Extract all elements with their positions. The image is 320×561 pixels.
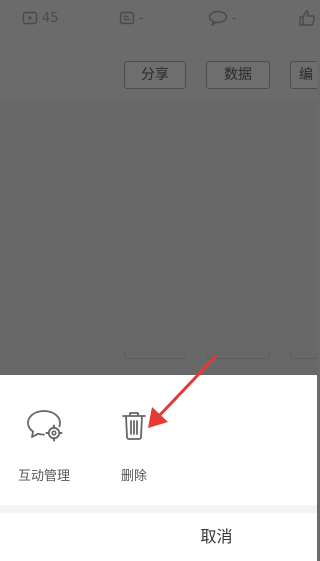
ghost-button-outline — [290, 350, 317, 359]
message-count: - — [232, 10, 237, 26]
stats-row: 45 - - — [0, 0, 317, 36]
like-stat — [298, 8, 316, 28]
share-button[interactable]: 分享 — [124, 61, 186, 89]
dimmed-content-area — [0, 100, 317, 375]
view-count: 45 — [42, 10, 59, 26]
trash-icon — [122, 412, 146, 440]
action-buttons: 分享 数据 编 — [0, 61, 317, 89]
chat-bubble-icon — [208, 10, 228, 26]
interaction-management-option[interactable]: 互动管理 — [9, 405, 79, 485]
page: 45 - - 分享 数据 编 互动管理 删除 取消 — [0, 0, 317, 561]
video-icon — [22, 11, 38, 25]
interaction-management-label: 互动管理 — [17, 469, 70, 484]
message-count-stat: - — [208, 8, 237, 28]
comment-box-icon — [119, 11, 135, 25]
view-count-stat: 45 — [22, 8, 59, 28]
sheet-divider — [0, 505, 317, 513]
data-button[interactable]: 数据 — [206, 61, 270, 89]
delete-option[interactable]: 删除 — [99, 405, 169, 485]
edit-button[interactable]: 编 — [290, 61, 317, 89]
action-sheet: 互动管理 删除 取消 — [0, 375, 317, 561]
cancel-label: 取消 — [200, 527, 233, 546]
thumbs-up-icon — [299, 10, 316, 26]
chat-bubble-gear-icon — [27, 410, 63, 442]
cancel-button[interactable]: 取消 — [0, 513, 317, 561]
comment-count-stat: - — [119, 8, 144, 28]
ghost-button-outline — [124, 350, 186, 359]
delete-label: 删除 — [120, 469, 147, 484]
comment-count: - — [139, 10, 144, 26]
ghost-button-outline — [206, 350, 270, 359]
